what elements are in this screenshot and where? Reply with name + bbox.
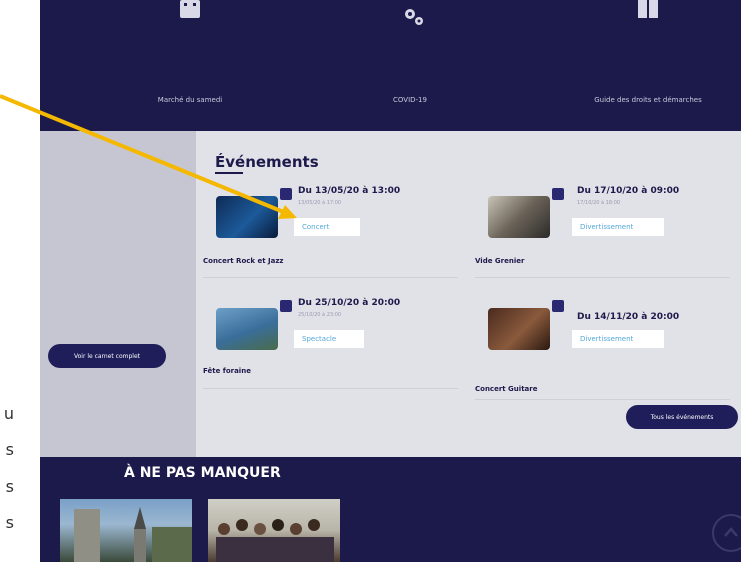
annotation-arrow — [0, 94, 297, 219]
